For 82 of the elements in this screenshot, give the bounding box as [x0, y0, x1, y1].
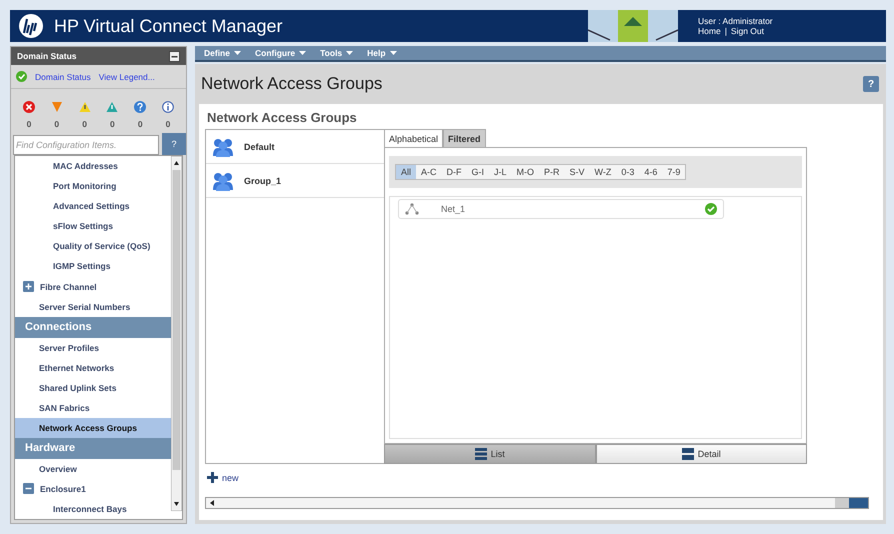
filter-button[interactable]: G-I — [466, 165, 490, 179]
tab[interactable]: Alphabetical — [384, 129, 444, 147]
filter-button[interactable]: M-O — [512, 165, 540, 179]
filter-button[interactable]: W-Z — [590, 165, 616, 179]
filter-button[interactable]: J-L — [489, 165, 512, 179]
nav-section-header: Connections — [15, 316, 171, 338]
caret-icon — [346, 51, 354, 55]
caret-icon — [299, 51, 306, 55]
people-icon — [212, 170, 234, 190]
caret-icon — [390, 51, 397, 55]
nav-item[interactable]: Port Monitoring — [53, 181, 116, 192]
major-icon — [50, 101, 63, 113]
status-count: 0 — [110, 119, 115, 129]
group-item[interactable]: Default — [244, 142, 275, 152]
filter-button[interactable]: A-C — [416, 165, 442, 179]
plus-icon — [207, 472, 218, 483]
filter-button[interactable]: All — [396, 165, 416, 179]
nav-item[interactable]: Ethernet Networks — [39, 362, 114, 373]
link-separator: | — [724, 26, 727, 36]
status-link[interactable]: Domain Status — [35, 72, 91, 82]
nav-item[interactable]: Advanced Settings — [53, 201, 130, 212]
network-icon — [405, 203, 419, 215]
menu-button[interactable]: Define — [199, 48, 246, 58]
nav-item[interactable]: Server Profiles — [39, 342, 100, 353]
logo-icon — [18, 13, 44, 39]
nav-item[interactable]: Shared Uplink Sets — [39, 382, 116, 393]
critical-icon — [23, 101, 35, 113]
info-icon — [162, 101, 174, 113]
tab[interactable]: Filtered — [443, 129, 486, 147]
nav-item[interactable]: MAC Addresses — [53, 161, 118, 172]
menu-button[interactable]: Help — [362, 48, 402, 58]
list-icon — [474, 448, 487, 460]
status-count: 0 — [166, 119, 170, 129]
unknown-icon — [134, 101, 146, 113]
filter-button[interactable]: S-V — [564, 165, 590, 179]
new-link[interactable]: new — [207, 472, 239, 483]
collapse-icon — [169, 50, 180, 62]
nav-item[interactable]: Interconnect Bays — [53, 504, 127, 514]
menu-button[interactable]: Tools — [315, 48, 358, 58]
search-field[interactable]: Find Configuration Items. — [13, 135, 159, 155]
app-title: HP Virtual Connect Manager — [54, 16, 282, 36]
nav-item[interactable]: Overview — [39, 464, 77, 474]
user-label: User : Administrator — [698, 16, 774, 26]
filter-button[interactable]: D-F — [442, 165, 467, 179]
status-count: 0 — [26, 119, 32, 129]
warning-icon — [106, 101, 118, 113]
menu-button[interactable]: Configure — [250, 48, 312, 58]
caret-icon — [234, 51, 241, 55]
nav-item[interactable]: SAN Fabrics — [39, 402, 90, 413]
network-name: Net_1 — [441, 204, 466, 214]
section-title: Network Access Groups — [207, 110, 358, 125]
panel-title: Domain Status — [17, 51, 77, 61]
header-link[interactable]: Sign Out — [730, 26, 764, 36]
group-item[interactable]: Group_1 — [244, 176, 282, 186]
collapse-icon[interactable] — [23, 483, 34, 494]
status-count: 0 — [82, 119, 87, 129]
expand-icon[interactable] — [23, 281, 34, 292]
network-row[interactable]: Net_1 — [398, 199, 724, 219]
check-icon — [16, 71, 27, 82]
header-link[interactable]: Home — [698, 26, 721, 36]
status-count: 0 — [138, 119, 143, 129]
filter-button[interactable]: P-R — [539, 165, 565, 179]
view-button[interactable]: List — [384, 444, 596, 464]
help-button[interactable]: ? — [162, 133, 186, 155]
page-title: Network Access Groups — [201, 74, 382, 94]
nav-group[interactable]: Fibre Channel — [40, 282, 97, 292]
nav-item[interactable]: Server Serial Numbers — [39, 302, 130, 312]
help-button[interactable]: ? — [863, 76, 879, 92]
nav-item[interactable]: Quality of Service (QoS) — [53, 241, 150, 252]
detail-icon — [682, 448, 694, 460]
nav-item[interactable]: sFlow Settings — [53, 221, 113, 232]
status-count: 0 — [54, 119, 60, 129]
nav-group[interactable]: Enclosure1 — [40, 484, 86, 494]
minor-icon — [78, 101, 91, 113]
status-link[interactable]: View Legend... — [98, 72, 155, 82]
filter-button[interactable]: 7-9 — [662, 165, 686, 179]
filter-button[interactable]: 4-6 — [639, 165, 662, 179]
people-icon — [212, 136, 234, 156]
filter-button[interactable]: 0-3 — [616, 165, 640, 179]
nav-section-header: Hardware — [15, 438, 171, 459]
view-button[interactable]: Detail — [596, 444, 807, 464]
nav-item[interactable]: IGMP Settings — [53, 261, 110, 272]
